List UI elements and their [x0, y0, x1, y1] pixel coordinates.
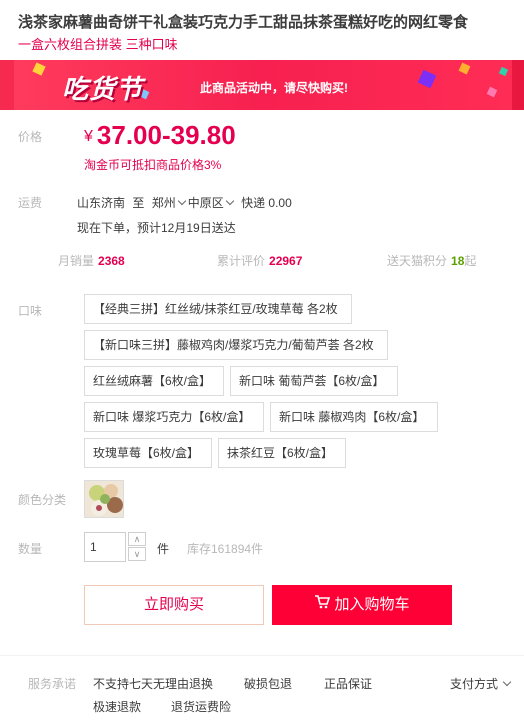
- service-item[interactable]: 不支持七天无理由退换: [93, 675, 213, 692]
- chevron-down-icon: [502, 677, 512, 687]
- shipping-method: 快递 0.00: [241, 196, 292, 210]
- price-label: 价格: [18, 130, 43, 144]
- tmall-points-value: 18: [451, 254, 465, 268]
- quantity-label: 数量: [18, 542, 43, 556]
- flavor-option[interactable]: 抹茶红豆【6枚/盒】: [218, 438, 346, 468]
- tmall-points-unit: 起: [464, 254, 477, 268]
- shipping-row: 山东济南 至 郑州 中原区 快递 0.00: [77, 194, 292, 211]
- color-label: 颜色分类: [18, 493, 67, 507]
- service-item[interactable]: 正品保证: [324, 675, 372, 692]
- banner-message: 此商品活动中，请尽快购买!: [200, 81, 348, 95]
- shipping-eta: 现在下单，预计12月19日送达: [77, 221, 236, 235]
- payment-method-label: 支付方式: [450, 677, 499, 691]
- service-item[interactable]: 退货运费险: [171, 698, 231, 715]
- chevron-down-icon: ∨: [133, 549, 141, 559]
- shipping-origin: 山东济南: [77, 196, 126, 210]
- add-to-cart-label: 加入购物车: [334, 596, 410, 613]
- district-select-label: 中原区: [187, 196, 224, 210]
- color-option-thumbnail[interactable]: [84, 480, 124, 518]
- chevron-up-icon: ∧: [133, 534, 141, 544]
- monthly-sales-label: 月销量: [58, 254, 95, 268]
- service-label: 服务承诺: [28, 677, 77, 691]
- quantity-unit: 件: [157, 542, 170, 556]
- monthly-sales-value: 2368: [98, 254, 125, 268]
- currency-symbol: ¥: [84, 128, 93, 145]
- flavor-option[interactable]: 新口味 爆浆巧克力【6枚/盒】: [84, 402, 264, 432]
- section-divider: [0, 655, 524, 656]
- service-item[interactable]: 极速退款: [93, 698, 141, 715]
- city-select-label: 郑州: [151, 196, 176, 210]
- flavor-option[interactable]: 红丝绒麻薯【6枚/盒】: [84, 366, 224, 396]
- flavor-option[interactable]: 玫瑰草莓【6枚/盒】: [84, 438, 212, 468]
- price-value: 37.00-39.80: [96, 120, 236, 150]
- flavor-option[interactable]: 新口味 葡萄芦荟【6枚/盒】: [230, 366, 398, 396]
- mochi-photo-icon: [85, 481, 123, 517]
- product-subtitle: 一盒六枚组合拼装 三种口味: [18, 37, 178, 52]
- quantity-increase-button[interactable]: ∧: [128, 532, 146, 546]
- shipping-label: 运费: [18, 196, 43, 210]
- quantity-input[interactable]: 1: [84, 532, 126, 562]
- service-item[interactable]: 破损包退: [244, 675, 292, 692]
- flavor-label: 口味: [18, 304, 43, 318]
- payment-method-dropdown[interactable]: 支付方式: [450, 675, 513, 692]
- flavor-option[interactable]: 【新口味三拼】藤椒鸡肉/爆浆巧克力/葡萄芦荟 各2枚: [84, 330, 388, 360]
- banner-logo: 吃货节: [62, 75, 144, 105]
- shipping-to: 至: [132, 196, 145, 210]
- monthly-sales: 月销量 2368: [58, 252, 125, 269]
- review-count-label: 累计评价: [217, 254, 266, 268]
- promo-banner: 吃货节 此商品活动中，请尽快购买!: [0, 60, 524, 110]
- tmall-points: 送天猫积分 18起: [387, 252, 476, 269]
- quantity-decrease-button[interactable]: ∨: [128, 547, 146, 561]
- tmall-points-label: 送天猫积分: [387, 254, 448, 268]
- district-select[interactable]: 中原区: [188, 196, 236, 210]
- buy-now-button[interactable]: 立即购买: [84, 585, 264, 625]
- chevron-down-icon: [225, 196, 234, 206]
- flavor-option[interactable]: 新口味 藤椒鸡肉【6枚/盒】: [270, 402, 438, 432]
- flavor-option[interactable]: 【经典三拼】红丝绒/抹茶红豆/玫瑰草莓 各2枚: [84, 294, 352, 324]
- review-count[interactable]: 累计评价 22967: [217, 252, 302, 269]
- stock-count: 库存161894件: [187, 542, 264, 556]
- cart-icon: [314, 585, 331, 625]
- add-to-cart-button[interactable]: 加入购物车: [272, 585, 452, 625]
- review-count-value: 22967: [269, 254, 303, 268]
- chevron-down-icon: [177, 196, 186, 206]
- coin-discount-note: 淘金币可抵扣商品价格3%: [84, 158, 222, 172]
- price-range: ¥37.00-39.80: [84, 120, 236, 151]
- product-title: 浅茶家麻薯曲奇饼干礼盒装巧克力手工甜品抹茶蛋糕好吃的网红零食: [18, 14, 469, 31]
- city-select[interactable]: 郑州: [152, 196, 188, 210]
